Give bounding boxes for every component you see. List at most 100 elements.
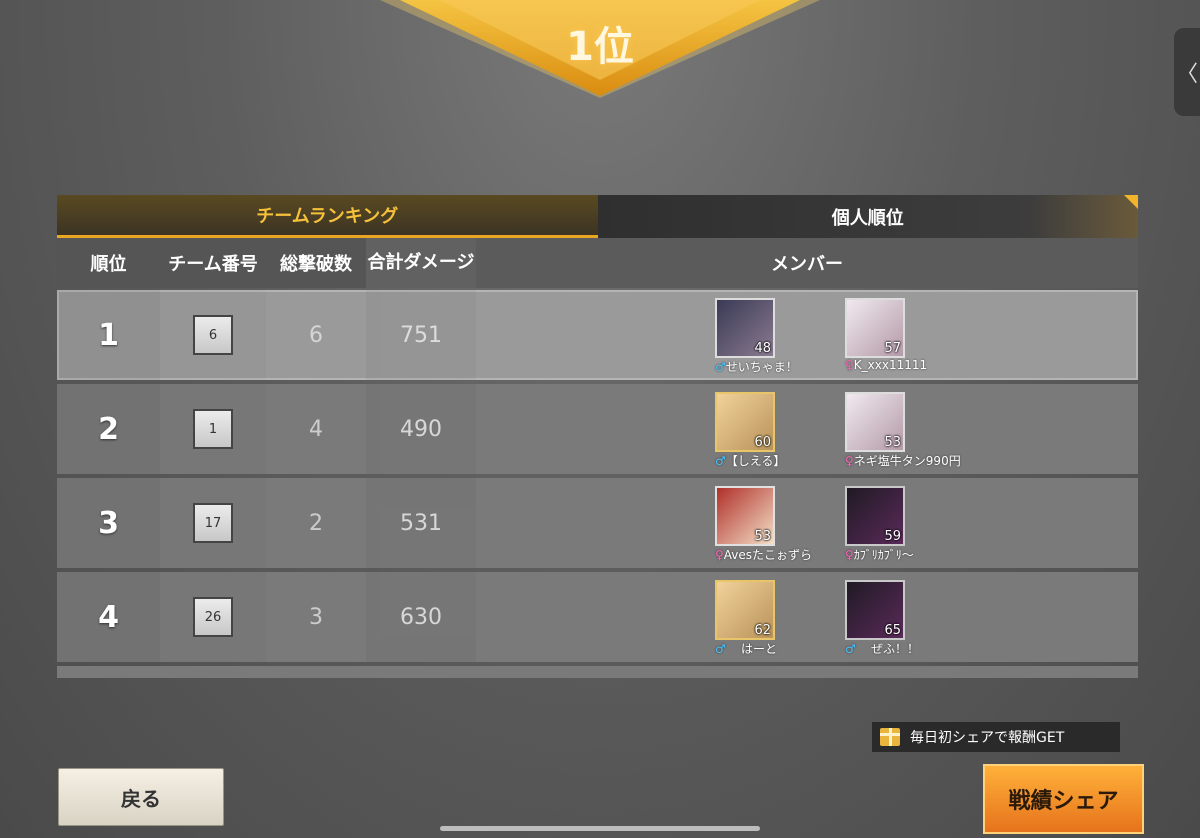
member-level: 53 bbox=[884, 435, 901, 450]
table-row[interactable]: 3 17 2 531 53 ♀Avesたこぉずら 59 ♀ｶﾌﾞﾘｶﾌﾞﾘ〜 bbox=[57, 478, 1138, 568]
member-name-line: ♀ｶﾌﾞﾘｶﾌﾞﾘ〜 bbox=[845, 546, 914, 563]
female-icon: ♀ bbox=[845, 358, 854, 372]
member-level: 57 bbox=[884, 341, 901, 356]
row-team-cell: 6 bbox=[160, 290, 266, 380]
header-members: メンバー bbox=[771, 254, 843, 275]
row-members: 53 ♀Avesたこぉずら 59 ♀ｶﾌﾞﾘｶﾌﾞﾘ〜 bbox=[476, 478, 1138, 568]
table-row-partial bbox=[57, 666, 1138, 678]
avatar: 53 bbox=[845, 392, 905, 452]
avatar: 53 bbox=[715, 486, 775, 546]
member-name: はーと bbox=[741, 642, 778, 656]
member-card[interactable]: 60 ♂【しえる】 bbox=[715, 392, 855, 472]
row-team-cell: 1 bbox=[160, 384, 266, 474]
ranking-panel: チームランキング 個人順位 順位 チーム番号 総撃破数 合計ダメージ メンバー … bbox=[57, 195, 1138, 680]
member-name-line: ♂せいちゃま！ bbox=[715, 358, 798, 375]
member-name-line: ♂ ぜふ！！ bbox=[845, 640, 919, 657]
chevron-left-icon: 〈 bbox=[1175, 62, 1198, 87]
header-rank: 順位 bbox=[57, 238, 160, 288]
header-team-number: チーム番号 bbox=[160, 238, 266, 288]
member-card[interactable]: 59 ♀ｶﾌﾞﾘｶﾌﾞﾘ〜 bbox=[845, 486, 985, 566]
female-icon: ♀ bbox=[845, 548, 854, 562]
member-card[interactable]: 53 ♀ネギ塩牛タン990円 bbox=[845, 392, 985, 472]
result-banner: 1位 bbox=[380, 0, 820, 100]
row-members: 62 ♂ はーと 65 ♂ ぜふ！！ bbox=[476, 572, 1138, 662]
member-name: Avesたこぉずら bbox=[723, 548, 813, 562]
avatar: 60 bbox=[715, 392, 775, 452]
male-icon: ♂ bbox=[845, 642, 856, 656]
member-card[interactable]: 62 ♂ はーと bbox=[715, 580, 855, 660]
gift-icon bbox=[880, 728, 900, 746]
team-number-badge: 26 bbox=[193, 597, 233, 637]
member-card[interactable]: 57 ♀K_xxx11111 bbox=[845, 298, 985, 378]
avatar: 48 bbox=[715, 298, 775, 358]
share-results-button[interactable]: 戦績シェア bbox=[983, 764, 1144, 834]
male-icon: ♂ bbox=[715, 454, 726, 468]
reward-note-text: 毎日初シェアで報酬GET bbox=[910, 730, 1065, 746]
table-row[interactable]: 2 1 4 490 60 ♂【しえる】 53 ♀ネギ塩牛タン990円 bbox=[57, 384, 1138, 474]
row-team-cell: 26 bbox=[160, 572, 266, 662]
avatar: 57 bbox=[845, 298, 905, 358]
member-level: 62 bbox=[754, 623, 771, 638]
row-rank: 2 bbox=[57, 384, 160, 474]
team-number-badge: 6 bbox=[193, 315, 233, 355]
result-rank-text: 1位 bbox=[566, 24, 634, 70]
team-number-badge: 17 bbox=[193, 503, 233, 543]
tab-team-ranking[interactable]: チームランキング bbox=[57, 195, 598, 238]
team-number-badge: 1 bbox=[193, 409, 233, 449]
male-icon: ♂ bbox=[715, 642, 726, 656]
member-card[interactable]: 48 ♂せいちゃま！ bbox=[715, 298, 855, 378]
back-button[interactable]: 戻る bbox=[58, 768, 224, 826]
avatar: 65 bbox=[845, 580, 905, 640]
table-row[interactable]: 1 6 6 751 48 ♂せいちゃま！ 57 ♀K_xxx11111 bbox=[57, 290, 1138, 380]
female-icon: ♀ bbox=[845, 454, 854, 468]
member-card[interactable]: 65 ♂ ぜふ！！ bbox=[845, 580, 985, 660]
member-card[interactable]: 53 ♀Avesたこぉずら bbox=[715, 486, 855, 566]
member-level: 60 bbox=[754, 435, 771, 450]
member-level: 48 bbox=[754, 341, 771, 356]
member-name: ぜふ！！ bbox=[871, 642, 920, 656]
row-damage: 751 bbox=[366, 290, 476, 380]
member-name: K_xxx11111 bbox=[853, 358, 928, 372]
avatar: 59 bbox=[845, 486, 905, 546]
member-level: 65 bbox=[884, 623, 901, 638]
member-name-line: ♂【しえる】 bbox=[715, 452, 785, 469]
male-icon: ♂ bbox=[715, 360, 726, 374]
row-members: 60 ♂【しえる】 53 ♀ネギ塩牛タン990円 bbox=[476, 384, 1138, 474]
member-name-line: ♀Avesたこぉずら bbox=[715, 546, 812, 563]
member-name: ｶﾌﾞﾘｶﾌﾞﾘ〜 bbox=[853, 548, 914, 562]
row-kills: 6 bbox=[309, 322, 323, 348]
table-row[interactable]: 4 26 3 630 62 ♂ はーと 65 ♂ ぜふ！！ bbox=[57, 572, 1138, 662]
female-icon: ♀ bbox=[715, 548, 724, 562]
home-indicator[interactable] bbox=[440, 826, 760, 831]
side-panel-toggle[interactable]: 〈 bbox=[1174, 28, 1200, 116]
row-rank: 1 bbox=[57, 290, 160, 380]
row-kills: 4 bbox=[309, 416, 323, 442]
row-damage: 490 bbox=[366, 384, 476, 474]
member-name: 【しえる】 bbox=[725, 454, 786, 468]
daily-share-reward-note: 毎日初シェアで報酬GET bbox=[872, 722, 1120, 752]
member-level: 59 bbox=[884, 529, 901, 544]
row-rank: 4 bbox=[57, 572, 160, 662]
row-members: 48 ♂せいちゃま！ 57 ♀K_xxx11111 bbox=[476, 290, 1138, 380]
row-damage: 630 bbox=[366, 572, 476, 662]
tab-individual-ranking[interactable]: 個人順位 bbox=[597, 195, 1138, 238]
member-name: ネギ塩牛タン990円 bbox=[853, 454, 961, 468]
tab-individual-label: 個人順位 bbox=[831, 207, 904, 229]
ranking-tabs: チームランキング 個人順位 bbox=[57, 195, 1138, 238]
row-rank: 3 bbox=[57, 478, 160, 568]
row-damage: 531 bbox=[366, 478, 476, 568]
row-kills: 2 bbox=[309, 510, 323, 536]
table-header: 順位 チーム番号 総撃破数 合計ダメージ メンバー bbox=[57, 238, 1138, 288]
header-total-kills: 総撃破数 bbox=[266, 238, 366, 288]
member-level: 53 bbox=[754, 529, 771, 544]
row-kills: 3 bbox=[309, 604, 323, 630]
ranking-rows: 1 6 6 751 48 ♂せいちゃま！ 57 ♀K_xxx11111 2 1 bbox=[57, 290, 1138, 678]
row-team-cell: 17 bbox=[160, 478, 266, 568]
member-name: せいちゃま！ bbox=[725, 360, 798, 374]
member-name-line: ♀K_xxx11111 bbox=[845, 358, 927, 372]
header-total-damage: 合計ダメージ bbox=[366, 238, 476, 288]
corner-decoration bbox=[1124, 195, 1138, 209]
member-name-line: ♀ネギ塩牛タン990円 bbox=[845, 452, 961, 469]
member-name-line: ♂ はーと bbox=[715, 640, 777, 657]
avatar: 62 bbox=[715, 580, 775, 640]
